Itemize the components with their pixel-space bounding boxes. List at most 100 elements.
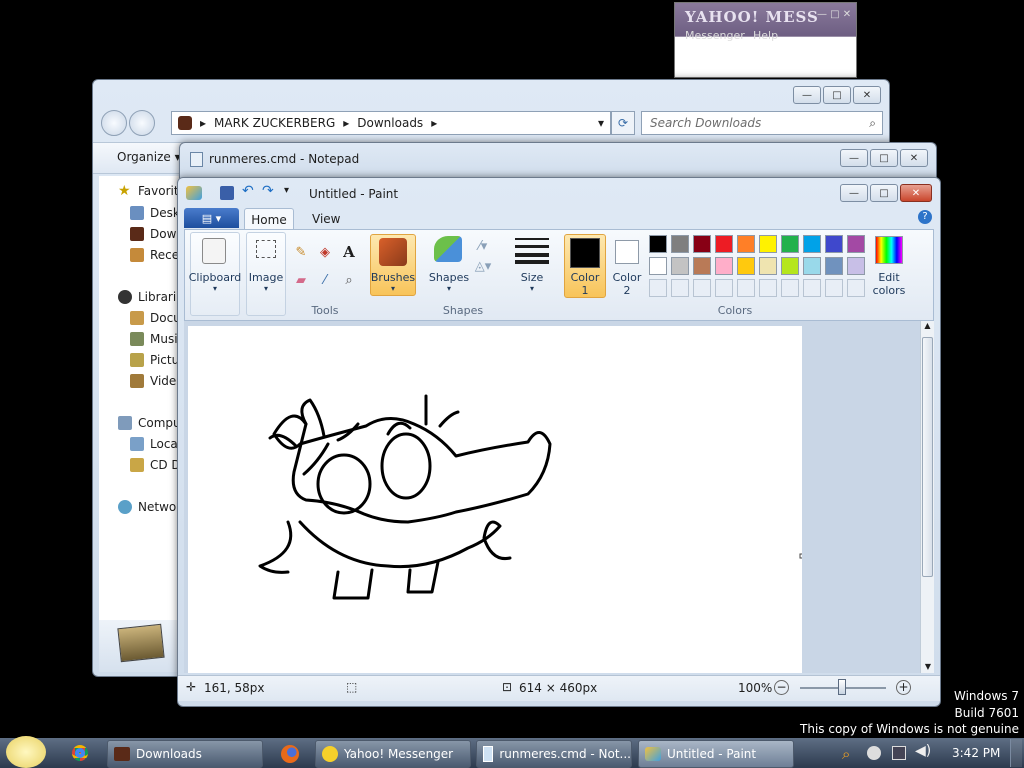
scroll-down-icon[interactable]: ▼: [921, 662, 935, 671]
taskbar-item-paint[interactable]: Untitled - Paint: [638, 740, 794, 768]
tab-view[interactable]: View: [312, 212, 340, 226]
chrome-icon[interactable]: [72, 745, 88, 761]
color-swatch[interactable]: [759, 257, 777, 275]
sidebar-item-desktop[interactable]: Desk: [130, 206, 180, 220]
eraser-icon[interactable]: ▰: [290, 270, 312, 290]
breadcrumb-downloads[interactable]: Downloads: [357, 116, 423, 130]
scroll-up-icon[interactable]: ▲: [921, 321, 934, 330]
color-swatch[interactable]: [781, 257, 799, 275]
color-swatch[interactable]: [715, 279, 733, 297]
color-swatch[interactable]: [803, 235, 821, 253]
redo-icon[interactable]: ↷: [262, 183, 274, 199]
sidebar-item-documents[interactable]: Docu: [130, 311, 181, 325]
yahoo-messenger-window[interactable]: YAHOO! MESS — □ ✕ Messenger Help: [674, 2, 857, 78]
paint-menu-button[interactable]: ▤ ▾: [184, 208, 239, 228]
firefox-icon[interactable]: [281, 745, 299, 763]
minimize-button[interactable]: —: [840, 149, 868, 167]
fill-icon[interactable]: ◈: [314, 242, 336, 262]
shapes-button-label[interactable]: Shapes: [426, 271, 472, 284]
minimize-button[interactable]: —: [840, 184, 868, 202]
breadcrumb-user[interactable]: MARK ZUCKERBERG: [214, 116, 335, 130]
show-desktop-button[interactable]: [1010, 739, 1022, 767]
pencil-icon[interactable]: ✎: [290, 242, 312, 262]
color-swatch[interactable]: [649, 279, 667, 297]
zoom-out-icon[interactable]: −: [774, 680, 789, 695]
color-swatch[interactable]: [671, 279, 689, 297]
color-swatch[interactable]: [715, 235, 733, 253]
color-swatch[interactable]: [715, 257, 733, 275]
yahoo-menu-help[interactable]: Help: [753, 29, 778, 42]
color-swatch[interactable]: [693, 279, 711, 297]
color-swatch[interactable]: [693, 257, 711, 275]
minimize-button[interactable]: —: [793, 86, 821, 104]
color-swatch[interactable]: [803, 279, 821, 297]
size-label[interactable]: Size: [510, 271, 554, 284]
organize-button[interactable]: Organize ▾: [117, 150, 181, 164]
messenger-tray-icon[interactable]: [867, 746, 881, 760]
color-swatch[interactable]: [781, 235, 799, 253]
volume-icon[interactable]: ◀): [915, 743, 931, 759]
close-button[interactable]: ✕: [900, 149, 928, 167]
magnifier-icon[interactable]: ⌕: [338, 270, 360, 290]
sidebar-item-videos[interactable]: Vide: [130, 374, 176, 388]
start-button[interactable]: [6, 736, 46, 768]
maximize-button[interactable]: □: [870, 149, 898, 167]
color-swatch[interactable]: [759, 279, 777, 297]
search-input[interactable]: Search Downloads: [650, 116, 761, 130]
color-swatch[interactable]: [737, 279, 755, 297]
refresh-button[interactable]: ⟳: [611, 111, 635, 135]
address-dropdown-icon[interactable]: ▾: [598, 116, 604, 130]
maximize-button[interactable]: □: [823, 86, 851, 104]
color-swatch[interactable]: [671, 257, 689, 275]
color-swatch[interactable]: [847, 279, 865, 297]
zoom-slider-thumb[interactable]: [838, 679, 846, 695]
search-box[interactable]: Search Downloads ⌕: [641, 111, 883, 135]
drawing-canvas[interactable]: [188, 326, 802, 673]
color-swatch[interactable]: [825, 235, 843, 253]
maximize-button[interactable]: □: [870, 184, 898, 202]
sidebar-item-recent[interactable]: Rece: [130, 248, 179, 262]
color-swatch[interactable]: [693, 235, 711, 253]
color-swatch[interactable]: [825, 257, 843, 275]
scrollbar-thumb[interactable]: [922, 337, 933, 577]
color-swatch[interactable]: [847, 257, 865, 275]
sidebar-item-music[interactable]: Musi: [130, 332, 178, 346]
color-swatch[interactable]: [803, 257, 821, 275]
color-swatch[interactable]: [759, 235, 777, 253]
yahoo-menu-messenger[interactable]: Messenger: [685, 29, 745, 42]
search-tray-icon[interactable]: ⌕: [842, 745, 850, 763]
sidebar-item-favorites[interactable]: ★ Favorit: [118, 184, 179, 198]
taskbar-item-downloads[interactable]: Downloads: [107, 740, 263, 768]
tab-home[interactable]: Home: [244, 208, 294, 230]
color-swatch[interactable]: [671, 235, 689, 253]
close-button[interactable]: ✕: [853, 86, 881, 104]
forward-button[interactable]: [129, 110, 155, 136]
sidebar-item-cd-drive[interactable]: CD D: [130, 458, 181, 472]
color-swatch[interactable]: [737, 257, 755, 275]
quick-access-dropdown-icon[interactable]: ▾: [284, 185, 289, 196]
edit-colors-label[interactable]: Edit: [866, 271, 912, 284]
sidebar-item-local-disk[interactable]: Loca: [130, 437, 178, 451]
color-swatch[interactable]: [649, 235, 667, 253]
color2-swatch[interactable]: [615, 240, 639, 264]
save-icon[interactable]: [220, 186, 234, 200]
help-icon[interactable]: ?: [918, 210, 932, 224]
color-swatch[interactable]: [781, 279, 799, 297]
search-icon[interactable]: ⌕: [869, 116, 876, 131]
sidebar-item-pictures[interactable]: Pictu: [130, 353, 179, 367]
close-button[interactable]: ✕: [900, 184, 932, 202]
taskbar-item-yahoo[interactable]: Yahoo! Messenger: [315, 740, 471, 768]
sidebar-item-network[interactable]: Netwo: [118, 500, 176, 514]
notepad-window[interactable]: runmeres.cmd - Notepad — □ ✕: [179, 142, 937, 182]
color-picker-icon[interactable]: ⁄: [314, 270, 336, 290]
back-button[interactable]: [101, 110, 127, 136]
vertical-scrollbar[interactable]: ▲ ▼: [920, 321, 934, 673]
fill-shape-icon[interactable]: ◬▾: [472, 256, 494, 276]
sidebar-item-computer[interactable]: Compu: [118, 416, 181, 430]
color-swatch[interactable]: [825, 279, 843, 297]
network-tray-icon[interactable]: [892, 746, 906, 760]
text-icon[interactable]: A: [338, 242, 360, 262]
outline-icon[interactable]: ⁄▾: [472, 236, 494, 256]
color-swatch[interactable]: [737, 235, 755, 253]
yahoo-window-buttons[interactable]: — □ ✕: [817, 9, 851, 20]
